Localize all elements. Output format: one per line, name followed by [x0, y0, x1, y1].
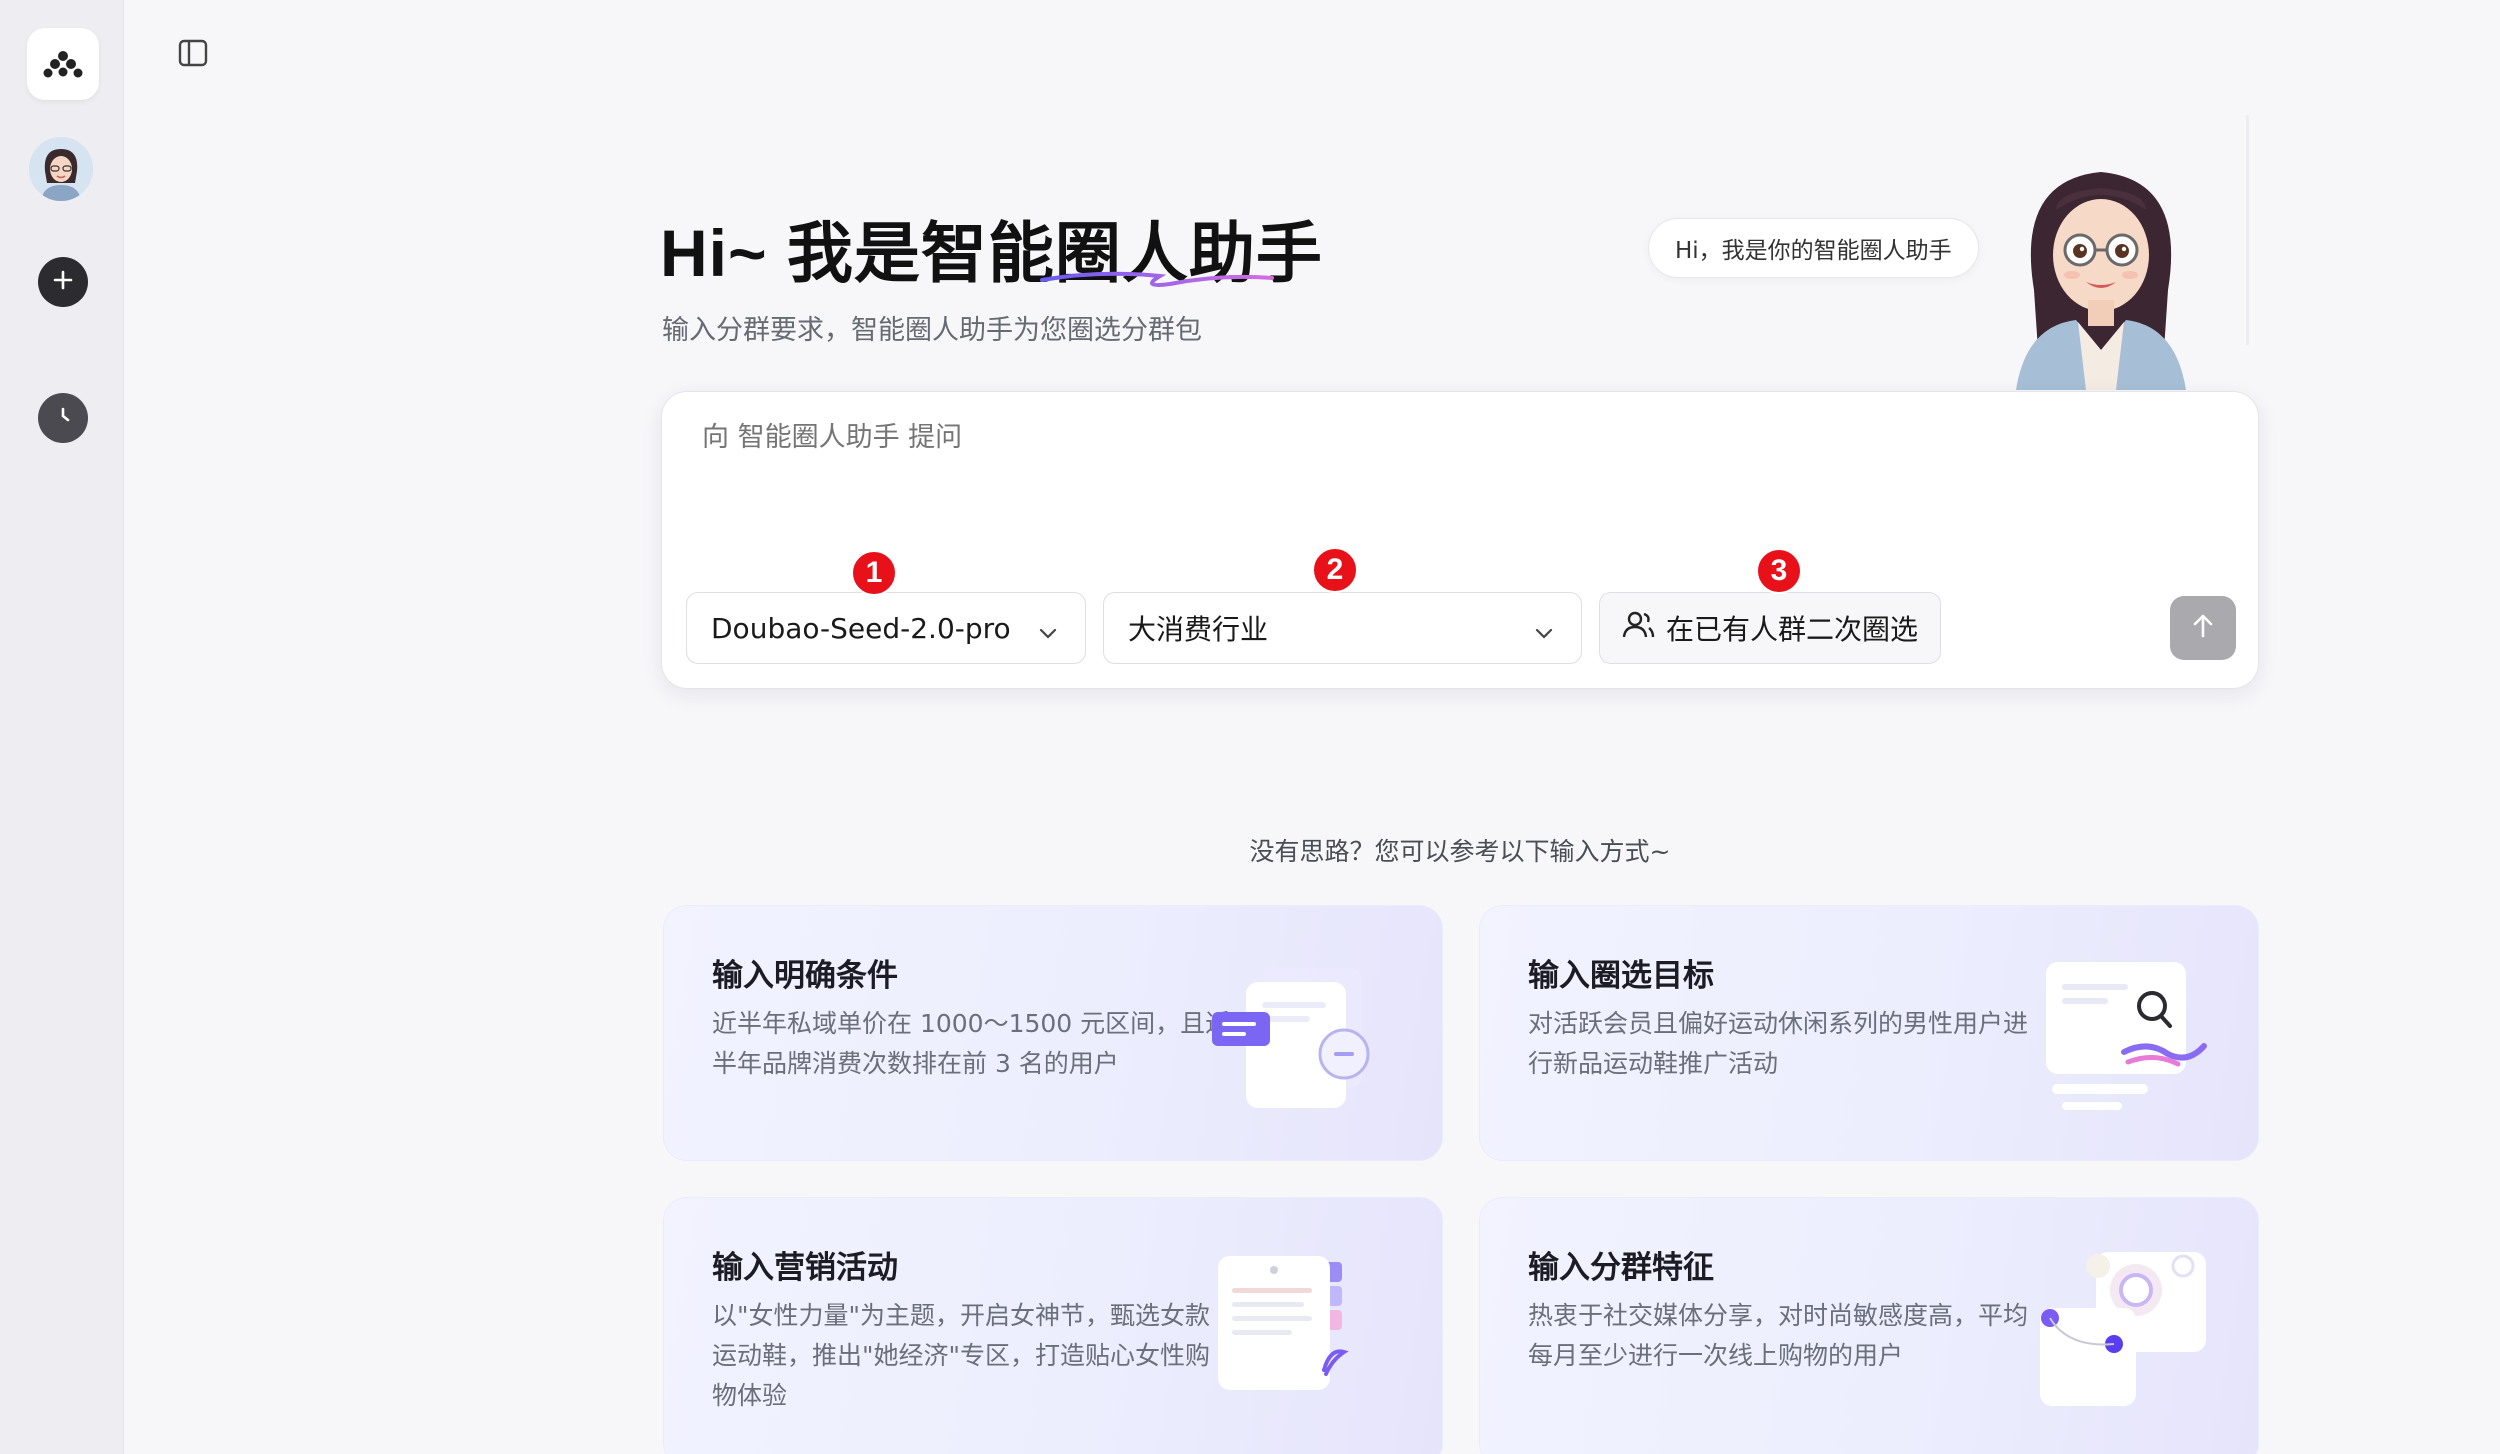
send-button[interactable] [2170, 596, 2236, 660]
plus-icon [51, 268, 75, 296]
app-root: Hi~ 我是智能圈人助手 输入分群要求，智能圈人助手为您圈选分群包 Hi，我是你… [0, 0, 2500, 1454]
example-card-title: 输入营销活动 [712, 1250, 898, 1286]
prompt-card: Doubao-Seed-2.0-pro 大消费行业 在已有人群二次圈选 [661, 391, 2259, 689]
arrow-up-icon [2190, 612, 2216, 644]
document-list-illustration-icon [1212, 956, 1402, 1126]
secondary-filter-button[interactable]: 在已有人群二次圈选 [1599, 592, 1941, 664]
examples-hint: 没有思路？您可以参考以下输入方式~ [1249, 837, 1671, 866]
model-select-value: Doubao-Seed-2.0-pro [711, 611, 1011, 645]
example-card-conditions[interactable]: 输入明确条件 近半年私域单价在 1000～1500 元区间，且近半年品牌消费次数… [663, 905, 1443, 1161]
secondary-filter-label: 在已有人群二次圈选 [1665, 613, 1918, 646]
sidebar-toggle-icon [178, 39, 208, 71]
example-card-desc: 热衷于社交媒体分享，对时尚敏感度高，平均每月至少进行一次线上购物的用户 [1528, 1301, 2029, 1370]
example-card-features[interactable]: 输入分群特征 热衷于社交媒体分享，对时尚敏感度高，平均每月至少进行一次线上购物的… [1479, 1197, 2259, 1454]
example-card-target[interactable]: 输入圈选目标 对活跃会员且偏好运动休闲系列的男性用户进行新品运动鞋推广活动 [1479, 905, 2259, 1161]
history-button[interactable] [38, 393, 88, 443]
example-card-title: 输入圈选目标 [1528, 958, 1714, 994]
network-illustration-icon [2028, 1248, 2218, 1418]
model-select[interactable]: Doubao-Seed-2.0-pro [686, 592, 1086, 664]
new-chat-button[interactable] [38, 257, 88, 307]
chevron-down-icon [1533, 618, 1555, 651]
user-avatar[interactable] [29, 137, 93, 201]
annotation-badge-1: 1 [851, 550, 897, 596]
chevron-down-icon [1037, 618, 1059, 651]
industry-select-value: 大消费行业 [1128, 613, 1269, 646]
search-screen-illustration-icon [2028, 956, 2218, 1126]
example-card-title: 输入明确条件 [712, 958, 898, 994]
industry-select[interactable]: 大消费行业 [1103, 592, 1582, 664]
prompt-input[interactable] [702, 422, 2202, 453]
title-underline-decoration [1040, 271, 1274, 287]
example-card-desc: 对活跃会员且偏好运动休闲系列的男性用户进行新品运动鞋推广活动 [1528, 1009, 2029, 1078]
scrollbar-track[interactable] [2246, 115, 2249, 345]
example-card-title: 输入分群特征 [1528, 1250, 1714, 1286]
clock-icon [50, 403, 76, 433]
annotation-badge-2: 2 [1312, 547, 1358, 593]
notebook-illustration-icon [1212, 1248, 1402, 1418]
app-logo-icon[interactable] [27, 28, 99, 100]
users-icon [1622, 610, 1656, 647]
assistant-mascot-image [1996, 150, 2206, 390]
example-card-desc: 以"女性力量"为主题，开启女神节，甄选女款运动鞋，推出"她经济"专区，打造贴心女… [712, 1301, 1210, 1410]
left-rail [0, 0, 124, 1454]
annotation-badge-3: 3 [1756, 548, 1802, 594]
greeting-bubble: Hi，我是你的智能圈人助手 [1648, 218, 1979, 278]
sidebar-toggle-button[interactable] [176, 39, 210, 71]
page-subtitle: 输入分群要求，智能圈人助手为您圈选分群包 [662, 315, 1202, 346]
example-card-campaign[interactable]: 输入营销活动 以"女性力量"为主题，开启女神节，甄选女款运动鞋，推出"她经济"专… [663, 1197, 1443, 1454]
example-card-desc: 近半年私域单价在 1000～1500 元区间，且近半年品牌消费次数排在前 3 名… [712, 1009, 1231, 1078]
